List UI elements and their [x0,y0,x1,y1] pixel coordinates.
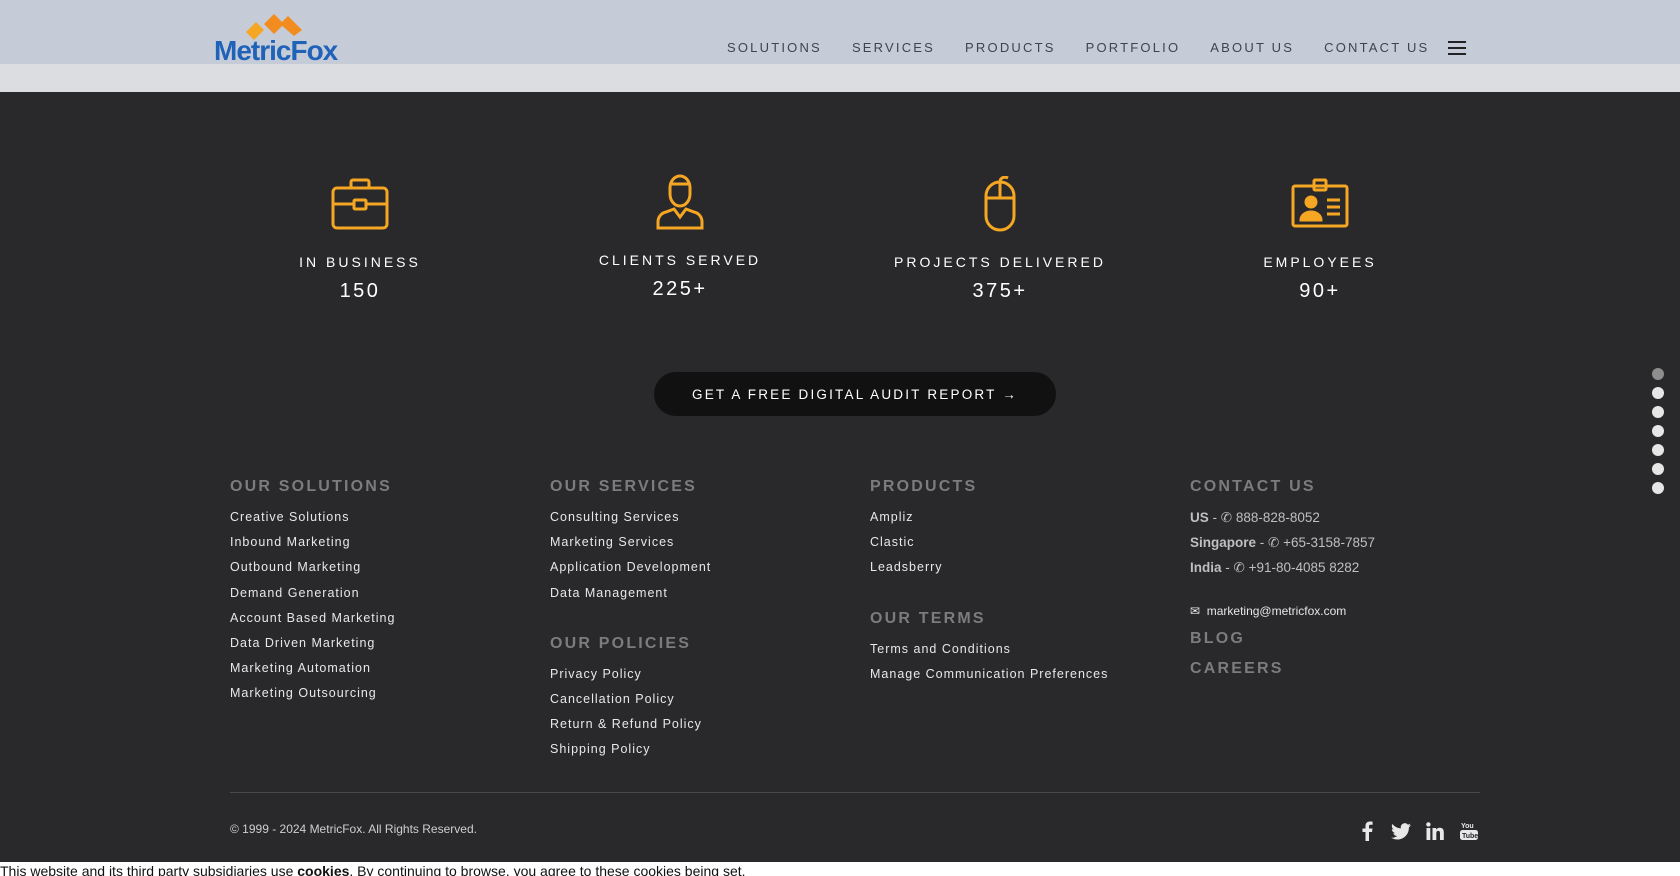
svg-text:You: You [1461,823,1474,830]
footer-link[interactable]: Marketing Services [550,535,711,560]
stat-value: 150 [339,280,381,302]
footer-link[interactable]: Marketing Automation [230,661,395,686]
social-links: You Tube [1356,820,1480,842]
phone-icon: ✆ [1220,510,1236,525]
footer-link[interactable]: Shipping Policy [550,742,711,767]
nav-about-us[interactable]: ABOUT US [1210,40,1294,55]
facebook-icon[interactable] [1356,820,1378,842]
footer-link[interactable]: Privacy Policy [550,667,711,692]
section-dot[interactable] [1652,444,1664,456]
footer-link[interactable]: Return & Refund Policy [550,717,711,742]
footer-link[interactable]: Application Development [550,560,711,585]
copyright-text: © 1999 - 2024 MetricFox. All Rights Rese… [230,822,477,836]
footer-link[interactable]: Leadsberry [870,560,1108,585]
footer-link[interactable]: Data Driven Marketing [230,636,395,661]
footer-link[interactable]: Marketing Outsourcing [230,686,395,711]
briefcase-icon [331,178,389,230]
footer-heading: OUR SOLUTIONS [230,478,392,495]
contact-email[interactable]: ✉ marketing@metricfox.com [1190,604,1375,618]
phone-icon: ✆ [1233,560,1249,575]
footer-link[interactable]: Ampliz [870,510,1108,535]
nav-contact-us[interactable]: CONTACT US [1324,40,1429,55]
footer-heading: OUR SERVICES [550,478,698,495]
stat-label: PROJECTS DELIVERED [894,254,1106,270]
section-dot[interactable] [1652,406,1664,418]
logo-text: MetricFox [214,35,338,66]
contact-line-india: India - ✆ +91-80-4085 8282 [1190,560,1360,575]
envelope-icon: ✉ [1190,604,1207,618]
footer-divider [230,792,1480,793]
footer-heading: OUR TERMS [870,609,986,627]
logo[interactable]: MetricFox [214,14,338,66]
contact-line-singapore: Singapore - ✆ +65-3158-7857 [1190,535,1376,550]
phone-number[interactable]: 888-828-8052 [1236,510,1320,525]
section-dot[interactable] [1652,425,1664,437]
nav-products[interactable]: PRODUCTS [965,40,1056,55]
audit-report-button[interactable]: GET A FREE DIGITAL AUDIT REPORT → [654,372,1056,416]
section-dot[interactable] [1652,463,1664,475]
footer-link[interactable]: Cancellation Policy [550,692,711,717]
stat-projects-delivered: PROJECTS DELIVERED 375+ [860,176,1140,303]
footer-link[interactable]: Consulting Services [550,510,711,535]
footer-link[interactable]: Account Based Marketing [230,611,395,636]
section-dot[interactable] [1652,482,1664,494]
stat-label: EMPLOYEES [1263,254,1377,270]
linkedin-icon[interactable] [1424,820,1446,842]
stat-label: IN BUSINESS [299,254,421,270]
phone-number[interactable]: +65-3158-7857 [1283,535,1375,550]
footer-link[interactable]: Demand Generation [230,586,395,611]
footer-heading: OUR POLICIES [550,634,692,652]
nav-solutions[interactable]: SOLUTIONS [727,40,822,55]
footer-link[interactable]: Data Management [550,586,711,611]
mouse-icon [984,176,1016,232]
footer-link[interactable]: Creative Solutions [230,510,395,535]
section-dots-nav [1652,368,1664,501]
footer-link[interactable]: Manage Communication Preferences [870,667,1108,692]
footer-heading: CONTACT US [1190,478,1316,495]
stat-value: 375+ [972,280,1028,302]
careers-link[interactable]: CAREERS [1190,660,1375,678]
stat-clients-served: CLIENTS SERVED 225+ [540,174,820,301]
footer-col-services: OUR SERVICES Consulting Services Marketi… [550,478,711,768]
footer-link[interactable]: Clastic [870,535,1108,560]
section-dot[interactable] [1652,387,1664,399]
cookies-link[interactable]: cookies [297,863,349,876]
main-nav: SOLUTIONS SERVICES PRODUCTS PORTFOLIO AB… [727,40,1459,55]
site-header: MetricFox SOLUTIONS SERVICES PRODUCTS PO… [0,0,1680,92]
footer-col-solutions: OUR SOLUTIONS Creative Solutions Inbound… [230,478,395,712]
section-dot[interactable] [1652,368,1664,380]
blog-link[interactable]: BLOG [1190,630,1375,648]
footer-col-contact: CONTACT US US - ✆ 888-828-8052 Singapore… [1190,478,1375,678]
person-icon [656,174,704,230]
svg-text:Tube: Tube [1462,833,1478,840]
stat-employees: EMPLOYEES 90+ [1180,176,1460,303]
footer-link[interactable]: Inbound Marketing [230,535,395,560]
nav-services[interactable]: SERVICES [852,40,935,55]
stat-in-business: IN BUSINESS 150 [220,176,500,303]
phone-icon: ✆ [1268,535,1284,550]
footer-link[interactable]: Outbound Marketing [230,560,395,585]
footer-link[interactable]: Terms and Conditions [870,642,1108,667]
footer-col-products: PRODUCTS Ampliz Clastic Leadsberry OUR T… [870,478,1108,692]
hamburger-icon[interactable] [1448,41,1466,55]
twitter-icon[interactable] [1390,820,1412,842]
youtube-icon[interactable]: You Tube [1458,820,1480,842]
stat-value: 90+ [1299,280,1341,302]
cookie-notice: This website and its third party subsidi… [0,862,1680,876]
stat-value: 225+ [652,278,708,300]
phone-number[interactable]: +91-80-4085 8282 [1249,560,1360,575]
contact-line-us: US - ✆ 888-828-8052 [1190,510,1320,525]
footer-heading: PRODUCTS [870,478,978,495]
nav-portfolio[interactable]: PORTFOLIO [1086,40,1181,55]
stat-label: CLIENTS SERVED [598,252,762,268]
id-card-icon [1291,178,1349,228]
